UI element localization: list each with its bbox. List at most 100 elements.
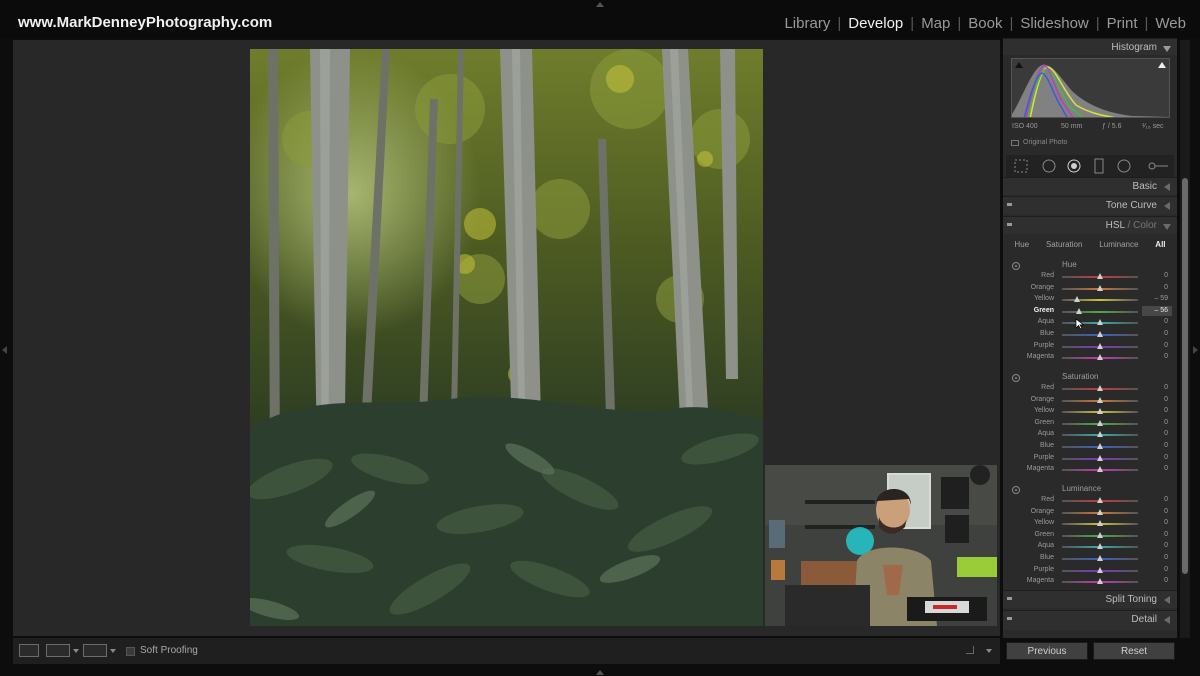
slider-value[interactable]: 0 [1164, 284, 1168, 291]
slider-value[interactable]: 0 [1164, 342, 1168, 349]
tone-curve-panel-header[interactable]: Tone Curve [1003, 196, 1177, 214]
slider-luminance-orange[interactable]: Orange 0 [1006, 507, 1174, 518]
slider-value[interactable]: 0 [1164, 430, 1168, 437]
slider-value[interactable]: 0 [1164, 496, 1168, 503]
slider-luminance-red[interactable]: Red 0 [1006, 495, 1174, 506]
slider-saturation-blue[interactable]: Blue 0 [1006, 441, 1174, 452]
slider-thumb[interactable] [1097, 543, 1103, 550]
previous-button[interactable]: Previous [1006, 642, 1088, 660]
slider-luminance-blue[interactable]: Blue 0 [1006, 553, 1174, 564]
slider-saturation-yellow[interactable]: Yellow 0 [1006, 406, 1174, 417]
slider-saturation-green[interactable]: Green 0 [1006, 418, 1174, 429]
slider-saturation-magenta[interactable]: Magenta 0 [1006, 464, 1174, 475]
module-web[interactable]: Web [1149, 15, 1192, 32]
module-slideshow[interactable]: Slideshow [1014, 15, 1094, 32]
slider-saturation-purple[interactable]: Purple 0 [1006, 453, 1174, 464]
slider-hue-yellow[interactable]: Yellow – 59 [1006, 294, 1174, 305]
slider-value[interactable]: – 56 [1154, 307, 1168, 314]
slider-value[interactable]: 0 [1164, 508, 1168, 515]
slider-value[interactable]: 0 [1164, 542, 1168, 549]
slider-thumb[interactable] [1097, 342, 1103, 349]
slider-hue-blue[interactable]: Blue 0 [1006, 329, 1174, 340]
slider-saturation-red[interactable]: Red 0 [1006, 383, 1174, 394]
slider-hue-green[interactable]: Green – 56 [1006, 305, 1174, 317]
right-panel-scroll-thumb[interactable] [1182, 178, 1188, 574]
slider-thumb[interactable] [1097, 396, 1103, 403]
slider-thumb[interactable] [1097, 520, 1103, 527]
slider-thumb[interactable] [1097, 319, 1103, 326]
original-photo-checkbox[interactable] [1011, 140, 1019, 146]
slider-value[interactable]: 0 [1164, 519, 1168, 526]
before-after-dropdown-icon[interactable] [73, 649, 79, 653]
slider-value[interactable]: 0 [1164, 419, 1168, 426]
slider-value[interactable]: 0 [1164, 465, 1168, 472]
loupe-view-button[interactable] [19, 644, 39, 657]
module-book[interactable]: Book [962, 15, 1008, 32]
slider-value[interactable]: 0 [1164, 353, 1168, 360]
slider-thumb[interactable] [1097, 508, 1103, 515]
slider-thumb[interactable] [1075, 307, 1082, 314]
panel-toggle-switch-icon[interactable] [1007, 203, 1012, 206]
slider-hue-magenta[interactable]: Magenta 0 [1006, 352, 1174, 363]
slider-thumb[interactable] [1097, 443, 1103, 449]
slider-thumb[interactable] [1097, 284, 1103, 291]
top-panel-toggle-icon[interactable] [596, 2, 604, 7]
slider-value[interactable]: 0 [1164, 577, 1168, 584]
left-panel-toggle-icon[interactable] [2, 346, 7, 354]
forest-photo[interactable] [250, 49, 763, 626]
targeted-adjustment-tool-icon[interactable] [1012, 486, 1020, 494]
panel-toggle-switch-icon[interactable] [1007, 223, 1012, 226]
slider-thumb[interactable] [1097, 354, 1103, 361]
slider-thumb[interactable] [1097, 531, 1103, 538]
targeted-adjustment-tool-icon[interactable] [1012, 262, 1020, 270]
slider-saturation-aqua[interactable]: Aqua 0 [1006, 429, 1174, 440]
slider-value[interactable]: 0 [1164, 554, 1168, 561]
hsl-panel-header[interactable]: HSL / Color [1003, 216, 1177, 234]
color-label[interactable]: Color [1133, 220, 1157, 231]
slider-value[interactable]: 0 [1164, 407, 1168, 414]
copy-settings-dropdown-icon[interactable] [110, 649, 116, 653]
slider-thumb[interactable] [1097, 497, 1103, 503]
slider-thumb[interactable] [1097, 408, 1103, 415]
filmstrip-toggle-icon[interactable] [596, 670, 604, 675]
slider-thumb[interactable] [1097, 454, 1103, 461]
slider-value[interactable]: 0 [1164, 272, 1168, 279]
hsl-tab-luminance[interactable]: Luminance [1099, 240, 1138, 249]
hsl-tab-saturation[interactable]: Saturation [1046, 240, 1082, 249]
slider-value[interactable]: 0 [1164, 318, 1168, 325]
slider-hue-orange[interactable]: Orange 0 [1006, 283, 1174, 294]
targeted-adjustment-tool-icon[interactable] [1012, 374, 1020, 382]
slider-thumb[interactable] [1097, 566, 1103, 573]
slider-value[interactable]: 0 [1164, 454, 1168, 461]
slider-value[interactable]: 0 [1164, 330, 1168, 337]
slider-luminance-magenta[interactable]: Magenta 0 [1006, 576, 1174, 587]
histogram-panel-header[interactable]: Histogram [1003, 38, 1177, 55]
copy-settings-button[interactable] [83, 644, 107, 657]
module-library[interactable]: Library [778, 15, 836, 32]
reset-button[interactable]: Reset [1093, 642, 1175, 660]
slider-thumb[interactable] [1097, 431, 1103, 438]
slider-hue-aqua[interactable]: Aqua 0 [1006, 317, 1174, 328]
detail-panel-header[interactable]: Detail [1003, 610, 1177, 630]
slider-value[interactable]: 0 [1164, 442, 1168, 449]
hsl-tab-hue[interactable]: Hue [1014, 240, 1029, 249]
slider-luminance-yellow[interactable]: Yellow 0 [1006, 518, 1174, 529]
shadow-clipping-icon[interactable] [1015, 62, 1023, 68]
slider-value[interactable]: 0 [1164, 396, 1168, 403]
soft-proofing-checkbox[interactable] [126, 647, 135, 656]
slider-track[interactable] [1062, 310, 1138, 313]
hsl-tab-all[interactable]: All [1155, 240, 1165, 249]
slider-value[interactable]: – 59 [1154, 295, 1168, 302]
panel-toggle-switch-icon[interactable] [1007, 617, 1012, 620]
slider-saturation-orange[interactable]: Orange 0 [1006, 395, 1174, 406]
toolbar-content-dropdown-icon[interactable] [986, 649, 992, 653]
slider-thumb[interactable] [1097, 273, 1103, 279]
slider-thumb[interactable] [1097, 578, 1103, 585]
module-map[interactable]: Map [915, 15, 956, 32]
panel-toggle-switch-icon[interactable] [1007, 597, 1012, 600]
slider-luminance-aqua[interactable]: Aqua 0 [1006, 541, 1174, 552]
slider-value[interactable]: 0 [1164, 566, 1168, 573]
module-print[interactable]: Print [1101, 15, 1144, 32]
slider-value[interactable]: 0 [1164, 384, 1168, 391]
basic-panel-header[interactable]: Basic [1003, 177, 1177, 195]
